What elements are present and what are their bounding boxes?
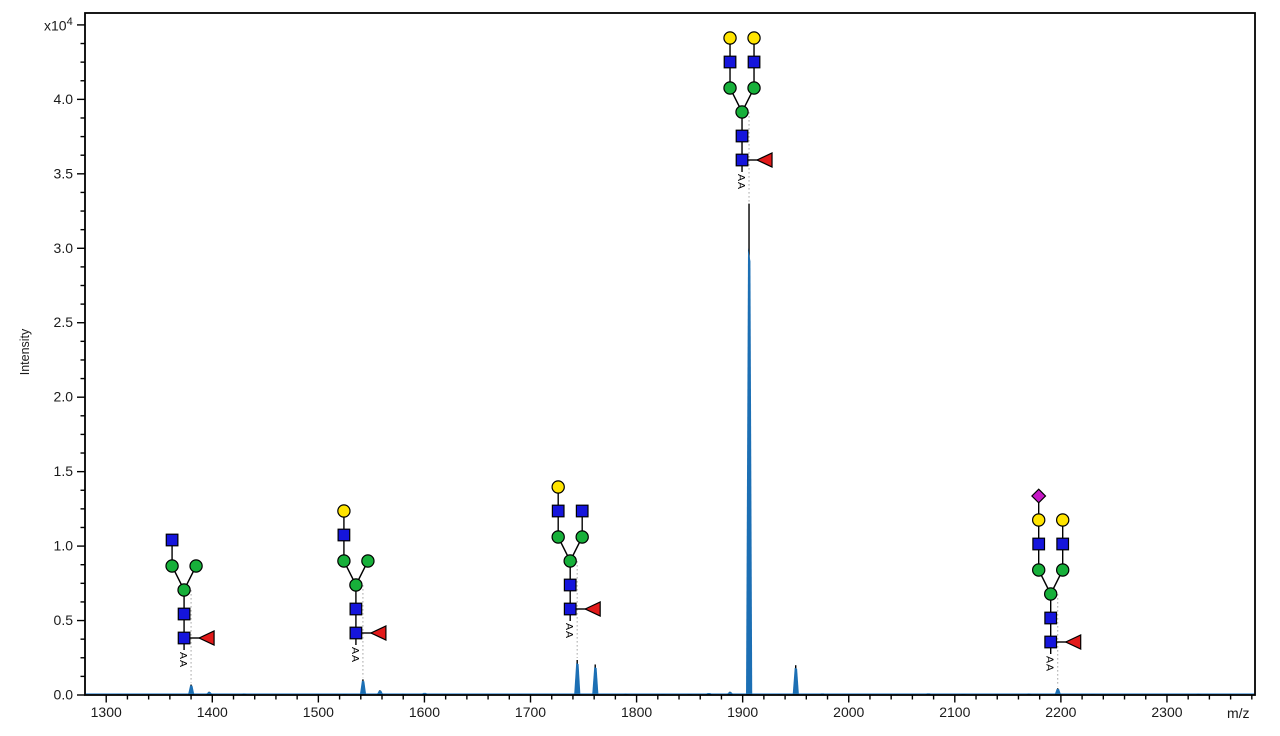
man-symbol <box>576 531 588 543</box>
glcnac-symbol <box>1045 636 1057 648</box>
y-tick-label: 1.5 <box>54 463 74 479</box>
gal-symbol <box>724 32 736 44</box>
aa-tag-label: AA <box>349 647 361 663</box>
x-tick-label: 2000 <box>833 704 864 720</box>
aa-tag-label: AA <box>177 652 189 668</box>
man-symbol <box>552 531 564 543</box>
man-symbol <box>1045 588 1057 600</box>
y-tick-label: 3.5 <box>54 165 74 181</box>
neu5ac-symbol <box>1032 489 1046 503</box>
x-tick-label: 2200 <box>1045 704 1076 720</box>
glcnac-symbol <box>1045 612 1057 624</box>
fuc-symbol <box>199 631 214 645</box>
spectrum-canvas: 1300 1400 1500 1600 1700 1800 1900 2000 2100 2200… <box>0 0 1280 736</box>
man-symbol <box>338 555 350 567</box>
glcnac-symbol <box>350 603 362 615</box>
glcnac-symbol <box>724 56 736 68</box>
axis-ticks <box>77 25 1252 703</box>
glcnac-symbol <box>736 130 748 142</box>
y-tick-label: 4.0 <box>54 91 74 107</box>
aa-tag-label: AA <box>1044 656 1056 672</box>
man-symbol <box>350 579 362 591</box>
x-tick-label: 2300 <box>1151 704 1182 720</box>
peak <box>360 679 366 694</box>
aa-tag-label: AA <box>563 623 575 639</box>
y-tick-label: 2.0 <box>54 389 74 405</box>
man-symbol <box>166 560 178 572</box>
glycan-annotation: AA <box>724 32 772 202</box>
axis-tick-labels: 1300 1400 1500 1600 1700 1800 1900 2000 2100 2200… <box>54 91 1183 720</box>
peak <box>574 660 580 694</box>
gal-symbol <box>552 481 564 493</box>
y-scale-exponent: 4 <box>67 16 73 28</box>
gal-symbol <box>1033 514 1045 526</box>
man-symbol <box>178 584 190 596</box>
x-tick-label: 1400 <box>197 704 228 720</box>
man-symbol <box>362 555 374 567</box>
glcnac-symbol <box>178 632 190 644</box>
man-symbol <box>736 106 748 118</box>
gal-symbol <box>748 32 760 44</box>
y-axis-title: Intensity <box>18 329 32 376</box>
glcnac-symbol <box>576 505 588 517</box>
man-symbol <box>564 555 576 567</box>
y-scale-base: x10 <box>44 18 67 34</box>
glcnac-symbol <box>350 627 362 639</box>
peak <box>592 664 598 694</box>
peak <box>377 690 383 694</box>
y-scale-label: x104 <box>44 16 73 34</box>
y-tick-label: 3.0 <box>54 240 74 256</box>
gal-symbol <box>1057 514 1069 526</box>
glcnac-symbol <box>1057 538 1069 550</box>
fuc-symbol <box>757 153 772 167</box>
plot-frame <box>85 13 1255 695</box>
man-symbol <box>190 560 202 572</box>
x-axis-title: m/z <box>1227 705 1250 721</box>
peak <box>746 204 752 695</box>
x-tick-label: 1700 <box>515 704 546 720</box>
glcnac-symbol <box>736 154 748 166</box>
x-tick-label: 1800 <box>621 704 652 720</box>
glcnac-symbol <box>1033 538 1045 550</box>
fuc-symbol <box>585 602 600 616</box>
glycan-annotation: AA <box>338 505 386 677</box>
peak <box>793 665 799 694</box>
x-tick-label: 1600 <box>409 704 440 720</box>
peak <box>206 692 212 695</box>
glycan-annotation: AA <box>552 481 600 658</box>
peak <box>1055 688 1061 694</box>
x-tick-label: 1500 <box>303 704 334 720</box>
glycan-annotation: AA <box>1032 489 1081 686</box>
man-symbol <box>1057 564 1069 576</box>
fuc-symbol <box>1066 635 1081 649</box>
y-tick-label: 0.5 <box>54 612 74 628</box>
glcnac-symbol <box>178 608 190 620</box>
man-symbol <box>724 82 736 94</box>
peak <box>727 692 733 695</box>
man-symbol <box>1033 564 1045 576</box>
glcnac-symbol <box>552 505 564 517</box>
y-tick-label: 0.0 <box>54 687 74 703</box>
man-symbol <box>748 82 760 94</box>
y-tick-label: 1.0 <box>54 538 74 554</box>
gal-symbol <box>338 505 350 517</box>
x-tick-label: 2100 <box>939 704 970 720</box>
mass-spectrum-view: 1300 1400 1500 1600 1700 1800 1900 2000 2100 2200… <box>0 0 1280 736</box>
x-tick-label: 1900 <box>727 704 758 720</box>
fuc-symbol <box>371 626 386 640</box>
glcnac-symbol <box>166 534 178 546</box>
peak <box>188 685 194 695</box>
glcnac-symbol <box>564 579 576 591</box>
x-tick-label: 1300 <box>91 704 122 720</box>
glycan-annotation: AA <box>166 534 214 682</box>
glcnac-symbol <box>338 529 350 541</box>
aa-tag-label: AA <box>735 174 747 190</box>
y-tick-label: 2.5 <box>54 314 74 330</box>
glcnac-symbol <box>564 603 576 615</box>
glcnac-symbol <box>748 56 760 68</box>
